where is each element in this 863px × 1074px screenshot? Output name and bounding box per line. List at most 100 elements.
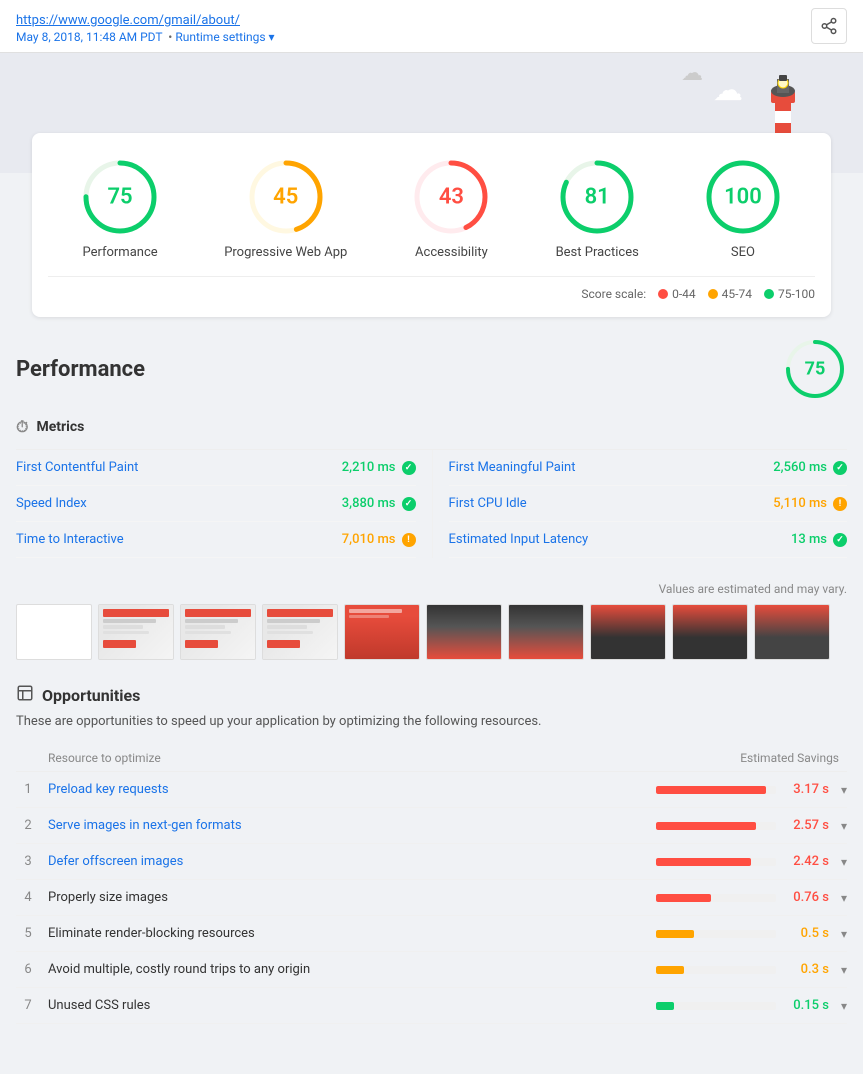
performance-circle: 75: [80, 157, 160, 237]
perf-score-badge: 75: [783, 337, 847, 401]
share-button[interactable]: [811, 8, 847, 44]
opp-row[interactable]: 7 Unused CSS rules 0.15 s ▾: [16, 988, 847, 1024]
metric-fcp-status: ✓: [402, 461, 416, 475]
opportunities-header: Opportunities: [16, 684, 847, 706]
opp-row[interactable]: 1 Preload key requests 3.17 s ▾: [16, 772, 847, 808]
score-performance[interactable]: 75 Performance: [80, 157, 160, 260]
seo-circle: 100: [703, 157, 783, 237]
metric-fci-name[interactable]: First CPU Idle: [449, 496, 527, 511]
performance-score: 75: [107, 185, 132, 210]
scale-red-dot: [658, 289, 668, 299]
opp-row[interactable]: 3 Defer offscreen images 2.42 s ▾: [16, 844, 847, 880]
metric-si: Speed Index 3,880 ms ✓: [16, 486, 416, 522]
savings-value: 0.76 s: [784, 890, 829, 905]
performance-title-row: Performance 75: [16, 337, 847, 401]
savings-value: 3.17 s: [784, 782, 829, 797]
filmstrip-frame-0: [16, 604, 92, 660]
filmstrip-frame-2: [180, 604, 256, 660]
expand-icon[interactable]: ▾: [841, 963, 847, 977]
url-link[interactable]: https://www.google.com/gmail/about/: [16, 13, 240, 28]
score-best-practices[interactable]: 81 Best Practices: [556, 157, 639, 260]
cloud-small-icon: ☁: [681, 61, 703, 86]
opp-name[interactable]: Serve images in next-gen formats: [48, 818, 639, 833]
pwa-label: Progressive Web App: [224, 245, 347, 260]
metric-si-name[interactable]: Speed Index: [16, 496, 87, 511]
savings-value: 2.57 s: [784, 818, 829, 833]
opp-table-header: Resource to optimize Estimated Savings: [16, 745, 847, 772]
chevron-down-icon: ▾: [269, 30, 275, 44]
metric-fcp-name[interactable]: First Contentful Paint: [16, 460, 138, 475]
opp-name[interactable]: Eliminate render-blocking resources: [48, 926, 639, 941]
expand-icon[interactable]: ▾: [841, 819, 847, 833]
scale-orange-label: 45-74: [722, 287, 752, 301]
opportunities-icon: [16, 684, 34, 706]
scores-card: 75 Performance 45 Progressive Web App: [32, 133, 831, 317]
metric-eil: Estimated Input Latency 13 ms ✓: [449, 522, 848, 558]
savings-bar: [656, 966, 684, 974]
page-url[interactable]: https://www.google.com/gmail/about/: [16, 9, 275, 28]
opp-num: 2: [16, 818, 40, 833]
metric-tti-value: 7,010 ms !: [342, 532, 416, 547]
expand-icon[interactable]: ▾: [841, 891, 847, 905]
top-bar: https://www.google.com/gmail/about/ May …: [0, 0, 863, 53]
opp-row[interactable]: 6 Avoid multiple, costly round trips to …: [16, 952, 847, 988]
metric-eil-time: 13 ms: [791, 532, 827, 547]
runtime-settings-link[interactable]: Runtime settings: [175, 30, 265, 44]
best-practices-score: 81: [585, 185, 610, 210]
savings-bar: [656, 786, 766, 794]
metric-tti-name[interactable]: Time to Interactive: [16, 532, 124, 547]
metric-fci-time: 5,110 ms: [773, 496, 827, 511]
filmstrip-frame-3: [262, 604, 338, 660]
opp-name[interactable]: Unused CSS rules: [48, 998, 639, 1013]
expand-icon[interactable]: ▾: [841, 999, 847, 1013]
savings-bar: [656, 822, 756, 830]
metric-fci-status: !: [833, 497, 847, 511]
col-savings-label: Estimated Savings: [740, 751, 847, 765]
performance-label: Performance: [82, 245, 157, 260]
opp-row[interactable]: 4 Properly size images 0.76 s ▾: [16, 880, 847, 916]
scale-green-label: 75-100: [778, 287, 815, 301]
expand-icon[interactable]: ▾: [841, 783, 847, 797]
metric-tti-time: 7,010 ms: [342, 532, 396, 547]
opp-num: 3: [16, 854, 40, 869]
expand-icon[interactable]: ▾: [841, 927, 847, 941]
savings-bar-container: [656, 858, 776, 866]
score-accessibility[interactable]: 43 Accessibility: [411, 157, 491, 260]
opp-row[interactable]: 2 Serve images in next-gen formats 2.57 …: [16, 808, 847, 844]
metric-fmp-name[interactable]: First Meaningful Paint: [449, 460, 576, 475]
scale-green: 75-100: [764, 287, 815, 301]
url-area: https://www.google.com/gmail/about/ May …: [16, 9, 275, 44]
main-content: Performance 75 ⏱ Metrics First Contentfu…: [0, 337, 863, 1024]
filmstrip-frame-7: [590, 604, 666, 660]
metric-fmp-time: 2,560 ms: [773, 460, 827, 475]
scale-green-dot: [764, 289, 774, 299]
metrics-left-col: First Contentful Paint 2,210 ms ✓ Speed …: [16, 450, 432, 558]
savings-bar-container: [656, 1002, 776, 1010]
opp-name[interactable]: Preload key requests: [48, 782, 639, 797]
metric-eil-name[interactable]: Estimated Input Latency: [449, 532, 589, 547]
opp-num: 5: [16, 926, 40, 941]
expand-icon[interactable]: ▾: [841, 855, 847, 869]
opp-name[interactable]: Avoid multiple, costly round trips to an…: [48, 962, 639, 977]
savings-bar: [656, 1002, 674, 1010]
opp-savings: 2.42 s ▾: [647, 854, 847, 869]
opp-num: 7: [16, 998, 40, 1013]
opp-name[interactable]: Properly size images: [48, 890, 639, 905]
filmstrip-frame-6: [508, 604, 584, 660]
date-runtime: May 8, 2018, 11:48 AM PDT • Runtime sett…: [16, 30, 275, 44]
scores-section: 75 Performance 45 Progressive Web App: [0, 153, 863, 337]
scale-orange: 45-74: [708, 287, 752, 301]
seo-score: 100: [724, 185, 762, 210]
opp-savings: 0.15 s ▾: [647, 998, 847, 1013]
metrics-clock-icon: ⏱: [16, 417, 28, 437]
score-seo[interactable]: 100 SEO: [703, 157, 783, 260]
metrics-right-col: First Meaningful Paint 2,560 ms ✓ First …: [432, 450, 848, 558]
score-pwa[interactable]: 45 Progressive Web App: [224, 157, 347, 260]
metric-fcp-time: 2,210 ms: [342, 460, 396, 475]
metrics-title: Metrics: [36, 419, 84, 435]
opp-savings: 2.57 s ▾: [647, 818, 847, 833]
opp-row[interactable]: 5 Eliminate render-blocking resources 0.…: [16, 916, 847, 952]
metric-fmp-status: ✓: [833, 461, 847, 475]
scale-red-label: 0-44: [672, 287, 696, 301]
opp-name[interactable]: Defer offscreen images: [48, 854, 639, 869]
